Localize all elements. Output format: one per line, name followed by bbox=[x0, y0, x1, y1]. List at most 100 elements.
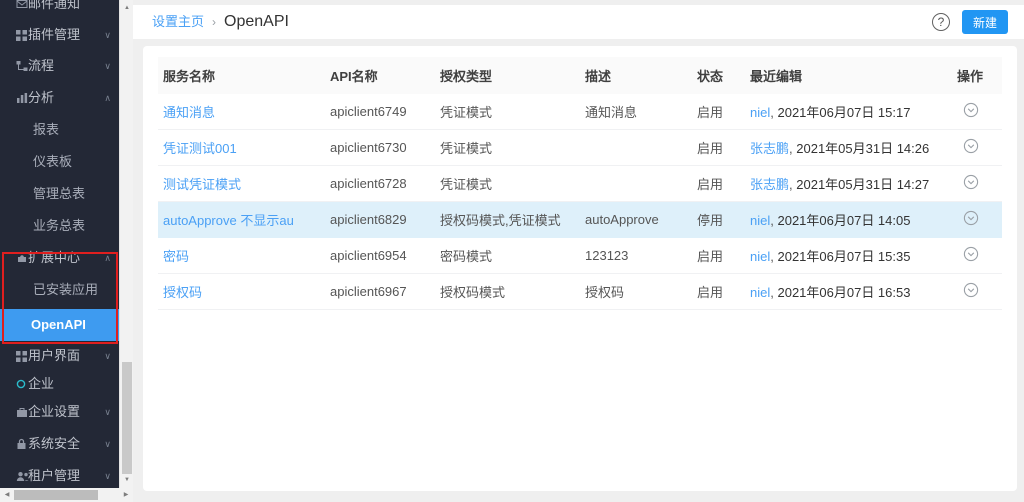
service-name-link[interactable]: 凭证测试001 bbox=[163, 141, 237, 156]
horizontal-scroll-thumb[interactable] bbox=[14, 490, 98, 500]
service-name-link[interactable]: 通知消息 bbox=[163, 105, 215, 120]
column-header: 最近编辑 bbox=[745, 57, 952, 94]
sidebar-item-label: OpenAPI bbox=[31, 309, 86, 341]
status-text: 启用 bbox=[697, 105, 723, 120]
service-name-link[interactable]: 测试凭证模式 bbox=[163, 177, 241, 192]
column-header: 操作 bbox=[952, 57, 1002, 94]
api-name: apiclient6730 bbox=[330, 140, 407, 155]
scroll-right-arrow-icon[interactable]: ▶ bbox=[120, 488, 132, 502]
vertical-scroll-thumb[interactable] bbox=[122, 362, 132, 474]
column-header: 授权类型 bbox=[435, 57, 580, 94]
grid-icon bbox=[16, 341, 27, 371]
status-text: 启用 bbox=[697, 249, 723, 264]
help-icon[interactable]: ? bbox=[932, 13, 950, 31]
editor-link[interactable]: niel bbox=[750, 285, 770, 300]
circle-chevron-down-icon[interactable] bbox=[963, 138, 979, 154]
edited-timestamp: 2021年06月07日 16:53 bbox=[777, 285, 910, 300]
api-name: apiclient6954 bbox=[330, 248, 407, 263]
sidebar-item-label: 分析 bbox=[28, 83, 54, 113]
circle-chevron-down-icon[interactable] bbox=[963, 210, 979, 226]
edited-timestamp: 2021年06月07日 15:35 bbox=[777, 249, 910, 264]
sidebar-item-management-summary[interactable]: 管理总表 bbox=[0, 179, 119, 209]
sidebar-item-label: 企业 bbox=[28, 369, 54, 399]
sidebar-item-reports[interactable]: 报表 bbox=[0, 115, 119, 145]
sidebar-item-user-interface[interactable]: 用户界面 ∨ bbox=[0, 341, 119, 371]
sidebar-item-workflow[interactable]: 流程∨ bbox=[0, 51, 119, 81]
service-name-link[interactable]: autoApprove 不显示au bbox=[163, 213, 294, 228]
editor-link[interactable]: niel bbox=[750, 105, 770, 120]
sidebar-item-label: 用户界面 bbox=[28, 341, 80, 371]
sidebar-item-mail-notifications[interactable]: 邮件通知 bbox=[0, 0, 119, 19]
edited-timestamp: 2021年06月07日 14:05 bbox=[777, 213, 910, 228]
status-text: 启用 bbox=[697, 177, 723, 192]
sidebar-item-plugin-management[interactable]: 插件管理∨ bbox=[0, 20, 119, 50]
service-name-link[interactable]: 密码 bbox=[163, 249, 189, 264]
column-header: 状态 bbox=[692, 57, 745, 94]
chevron-down-icon: ∨ bbox=[104, 341, 111, 371]
sidebar-item-label: 管理总表 bbox=[33, 179, 85, 209]
edited-timestamp: 2021年06月07日 15:17 bbox=[777, 105, 910, 120]
extension-icon bbox=[16, 243, 28, 273]
mail-icon bbox=[16, 0, 28, 19]
circle-icon bbox=[16, 369, 26, 399]
openapi-table: 服务名称API名称授权类型描述状态最近编辑操作 通知消息 apiclient674… bbox=[158, 57, 1002, 310]
editor-link[interactable]: 张志鹏 bbox=[750, 177, 789, 192]
sidebar-item-label: 邮件通知 bbox=[28, 0, 80, 19]
auth-type: 凭证模式 bbox=[440, 105, 492, 120]
status-text: 停用 bbox=[697, 213, 723, 228]
new-button[interactable]: 新建 bbox=[962, 10, 1008, 34]
edited-timestamp: 2021年05月31日 14:26 bbox=[796, 141, 929, 156]
sidebar-item-extension-center[interactable]: 扩展中心∧ bbox=[0, 243, 119, 273]
table-row: 通知消息apiclient6749凭证模式通知消息启用niel, 2021年06… bbox=[158, 94, 1002, 130]
status-text: 启用 bbox=[697, 141, 723, 156]
sidebar-item-installed-apps[interactable]: 已安装应用 bbox=[0, 275, 119, 305]
description: 授权码 bbox=[585, 285, 624, 300]
sidebar-item-label: 扩展中心 bbox=[28, 243, 80, 273]
circle-chevron-down-icon[interactable] bbox=[963, 102, 979, 118]
sidebar-item-label: 企业设置 bbox=[28, 397, 80, 427]
sidebar-item-business-summary[interactable]: 业务总表 bbox=[0, 211, 119, 241]
sidebar-item-label: 业务总表 bbox=[33, 211, 85, 241]
description: autoApprove bbox=[585, 212, 659, 227]
sidebar-item-dashboard[interactable]: 仪表板 bbox=[0, 147, 119, 177]
scroll-left-arrow-icon[interactable]: ◀ bbox=[1, 488, 13, 502]
auth-type: 凭证模式 bbox=[440, 141, 492, 156]
api-name: apiclient6728 bbox=[330, 176, 407, 191]
column-header: API名称 bbox=[325, 57, 435, 94]
sidebar-item-label: 租户管理 bbox=[28, 461, 80, 488]
sidebar-item-analysis[interactable]: 分析 ∧ bbox=[0, 83, 119, 113]
chevron-down-icon: ∨ bbox=[104, 20, 111, 50]
sidebar-item-label: 报表 bbox=[33, 115, 59, 145]
sidebar-item-enterprise-settings[interactable]: 企业设置∨ bbox=[0, 397, 119, 427]
page-title: OpenAPI bbox=[224, 13, 289, 30]
sidebar-horizontal-scrollbar[interactable]: ◀ ▶ bbox=[0, 488, 133, 502]
circle-chevron-down-icon[interactable] bbox=[963, 246, 979, 262]
scroll-down-arrow-icon[interactable]: ▼ bbox=[120, 474, 134, 486]
chevron-up-icon: ∧ bbox=[104, 83, 111, 113]
sidebar: 邮件通知插件管理∨流程∨分析 ∧ 报表仪表板管理总表业务总表扩展中心∧已安装应用 Op… bbox=[0, 0, 119, 488]
column-header: 服务名称 bbox=[158, 57, 325, 94]
description: 通知消息 bbox=[585, 105, 637, 120]
table-header-row: 服务名称API名称授权类型描述状态最近编辑操作 bbox=[158, 57, 1002, 94]
api-name: apiclient6749 bbox=[330, 104, 407, 119]
chevron-down-icon: ∨ bbox=[104, 51, 111, 81]
breadcrumb-home-link[interactable]: 设置主页 bbox=[152, 14, 204, 29]
sidebar-item-system-security[interactable]: 系统安全∨ bbox=[0, 429, 119, 459]
table-row: autoApprove 不显示auapiclient6829授权码模式,凭证模式… bbox=[158, 202, 1002, 238]
sidebar-item-tenant-management[interactable]: 租户管理∨ bbox=[0, 461, 119, 488]
scroll-up-arrow-icon[interactable]: ▲ bbox=[120, 2, 134, 14]
sidebar-item-label: 已安装应用 bbox=[33, 275, 98, 305]
circle-chevron-down-icon[interactable] bbox=[963, 174, 979, 190]
sidebar-item-enterprise[interactable]: 企业 bbox=[0, 369, 119, 399]
service-name-link[interactable]: 授权码 bbox=[163, 285, 202, 300]
editor-link[interactable]: niel bbox=[750, 249, 770, 264]
edited-timestamp: 2021年05月31日 14:27 bbox=[796, 177, 929, 192]
sidebar-item-openapi[interactable]: OpenAPI bbox=[0, 309, 119, 341]
sidebar-vertical-scrollbar[interactable]: ▲ ▼ bbox=[119, 0, 134, 488]
auth-type: 凭证模式 bbox=[440, 177, 492, 192]
editor-link[interactable]: 张志鹏 bbox=[750, 141, 789, 156]
api-name: apiclient6829 bbox=[330, 212, 407, 227]
editor-link[interactable]: niel bbox=[750, 213, 770, 228]
chart-icon bbox=[16, 83, 28, 113]
circle-chevron-down-icon[interactable] bbox=[963, 282, 979, 298]
